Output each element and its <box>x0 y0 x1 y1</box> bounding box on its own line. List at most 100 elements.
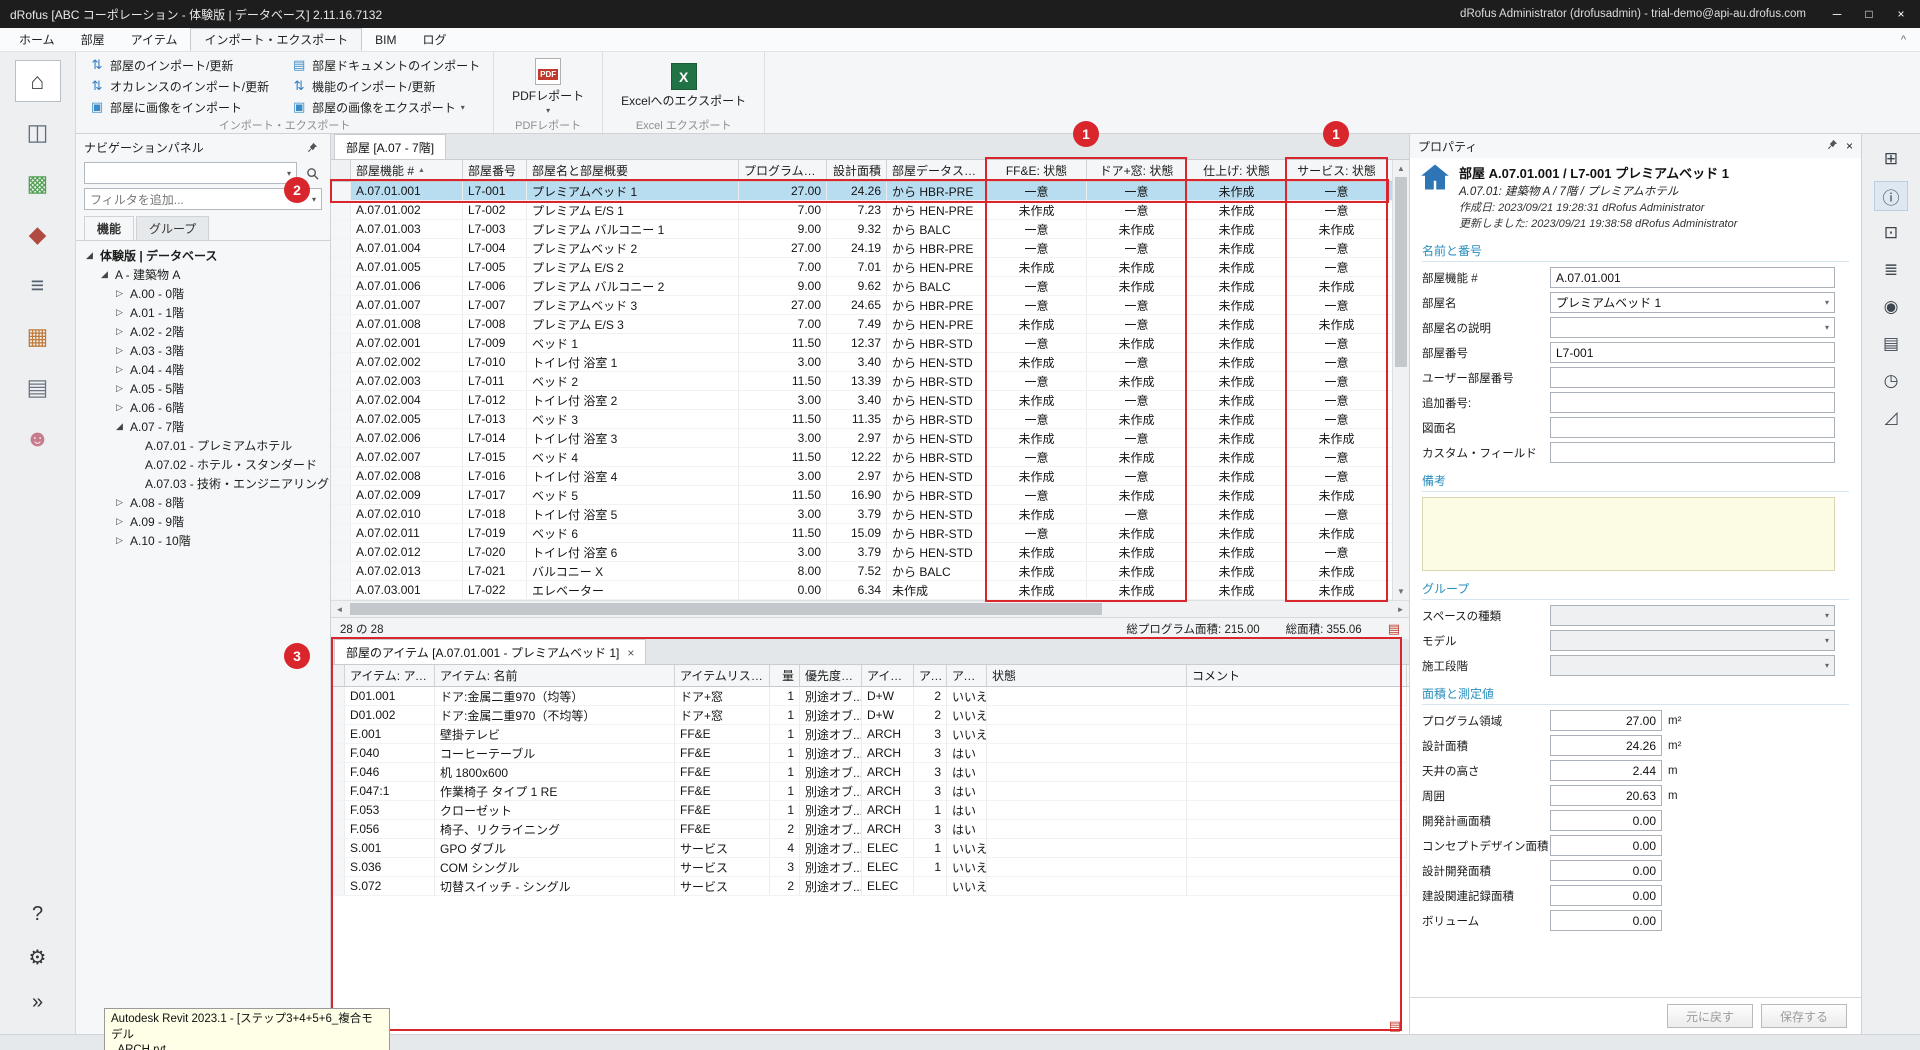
column-header[interactable]: コメント <box>1187 665 1407 686</box>
property-input[interactable]: 0.00 <box>1550 910 1662 931</box>
item-row[interactable]: F.056椅子、リクライニングFF&E2別途オブ...ARCH3はい <box>331 820 1409 839</box>
property-input[interactable]: 2.44 <box>1550 760 1662 781</box>
property-input[interactable] <box>1550 417 1835 438</box>
pdf-report-button[interactable]: PDF PDFレポート ▾ <box>504 56 592 117</box>
column-header[interactable]: 状態 <box>987 665 1187 686</box>
ribbon-button[interactable]: ▣部屋の画像をエクスポート▾ <box>288 99 483 116</box>
documents-icon[interactable]: ▤ <box>15 366 61 408</box>
room-row[interactable]: A.07.02.012L7-020トイレ付 浴室 63.003.79から HEN… <box>331 543 1392 562</box>
save-button[interactable]: 保存する <box>1761 1004 1847 1028</box>
rooms-icon[interactable]: ◫ <box>15 111 61 153</box>
scrollbar-thumb[interactable] <box>1395 177 1407 367</box>
nav-tab-inactive[interactable]: グループ <box>136 216 209 240</box>
property-input[interactable] <box>1550 392 1835 413</box>
item-row[interactable]: F.047:1作業椅子 タイプ 1 REFF&E1別途オブ...ARCH3はい <box>331 782 1409 801</box>
ribbon-button[interactable]: ⇅オカレンスのインポート/更新 <box>86 78 272 95</box>
tree-node[interactable]: ▷A.01 - 1階 <box>78 303 328 322</box>
room-row[interactable]: A.07.02.003L7-011ベッド 211.5013.39から HBR-S… <box>331 372 1392 391</box>
item-row[interactable]: F.053クローゼットFF&E1別途オブ...ARCH1はい <box>331 801 1409 820</box>
property-input[interactable]: L7-001 <box>1550 342 1835 363</box>
room-row[interactable]: A.07.01.002L7-002プレミアム E/S 17.007.23から H… <box>331 201 1392 220</box>
room-row[interactable]: A.07.02.001L7-009ベッド 111.5012.37から HBR-S… <box>331 334 1392 353</box>
column-header[interactable]: 優先度: 説... <box>800 665 862 686</box>
tree-node[interactable]: A.07.02 - ホテル・スタンダード <box>78 455 328 474</box>
room-row[interactable]: A.07.02.007L7-015ベッド 411.5012.22から HBR-S… <box>331 448 1392 467</box>
ribbon-tab[interactable]: ログ <box>409 28 459 51</box>
tree-node[interactable]: ▷A.02 - 2階 <box>78 322 328 341</box>
history-icon[interactable]: ◷ <box>1874 366 1908 396</box>
pin-icon[interactable] <box>1827 139 1838 153</box>
room-row[interactable]: A.07.01.006L7-006プレミアム バルコニー 29.009.62から… <box>331 277 1392 296</box>
search-icon[interactable] <box>302 163 322 183</box>
layout-grid-icon[interactable]: ⊞ <box>1874 144 1908 174</box>
property-select[interactable]: ▾ <box>1550 605 1835 626</box>
column-header[interactable]: FF&E: 状態 <box>987 160 1087 181</box>
add-filter-dropdown[interactable]: フィルタを追加... ▾ <box>84 188 322 210</box>
property-select[interactable]: ▾ <box>1550 317 1835 338</box>
item-row[interactable]: F.040コーヒーテーブルFF&E1別途オブ...ARCH3はい <box>331 744 1409 763</box>
room-row[interactable]: A.07.02.004L7-012トイレ付 浴室 23.003.40から HEN… <box>331 391 1392 410</box>
expand-icon[interactable]: » <box>15 984 61 1020</box>
column-header[interactable]: アイテム... <box>862 665 914 686</box>
ribbon-button[interactable]: ⇅機能のインポート/更新 <box>288 78 483 95</box>
notes-textarea[interactable] <box>1422 497 1835 571</box>
checklists-icon[interactable]: ≡ <box>15 264 61 306</box>
property-input[interactable]: 0.00 <box>1550 860 1662 881</box>
item-row[interactable]: S.036COM シングルサービス3別途オブ...ELEC1いいえ <box>331 858 1409 877</box>
tree-node[interactable]: ▷A.03 - 3階 <box>78 341 328 360</box>
scrollbar-thumb[interactable] <box>350 603 1102 615</box>
item-row[interactable]: F.046机 1800x600FF&E1別途オブ...ARCH3はい <box>331 763 1409 782</box>
tree-node[interactable]: ▷A.08 - 8階 <box>78 493 328 512</box>
scroll-left-icon[interactable]: ◄ <box>331 605 348 614</box>
info-icon[interactable]: ⓘ <box>1874 181 1908 211</box>
property-input[interactable] <box>1550 442 1835 463</box>
layers-icon[interactable]: ≣ <box>1874 255 1908 285</box>
property-select[interactable]: ▾ <box>1550 630 1835 651</box>
column-header[interactable]: 仕上げ: 状態 <box>1187 160 1287 181</box>
copy-icon[interactable]: ⊡ <box>1874 218 1908 248</box>
property-input[interactable]: 27.00 <box>1550 710 1662 731</box>
ribbon-tab[interactable]: アイテム <box>118 28 191 51</box>
ribbon-button[interactable]: ▤部屋ドキュメントのインポート <box>288 57 483 74</box>
tree-node[interactable]: A.07.03 - 技術・エンジニアリング <box>78 474 328 493</box>
tree-node[interactable]: ▷A.00 - 0階 <box>78 284 328 303</box>
minimize-icon[interactable]: ─ <box>1822 2 1852 26</box>
excel-export-button[interactable]: X Excelへのエクスポート <box>613 61 754 111</box>
tree-node[interactable]: ▷A.05 - 5階 <box>78 379 328 398</box>
column-header[interactable]: 部屋機能 #▲ <box>351 160 463 181</box>
room-row[interactable]: A.07.02.009L7-017ベッド 511.5016.90から HBR-S… <box>331 486 1392 505</box>
tree-node[interactable]: ▷A.10 - 10階 <box>78 531 328 550</box>
camera-icon[interactable]: ◉ <box>1874 292 1908 322</box>
item-row[interactable]: S.072切替スイッチ - シングルサービス2別途オブ...ELECいいえ <box>331 877 1409 896</box>
room-items-tab[interactable]: 部屋のアイテム [A.07.01.001 - プレミアムベッド 1] × <box>334 639 646 664</box>
report-icon[interactable]: ▤ <box>1389 1018 1401 1034</box>
tree-node[interactable]: ◢体験版 | データベース <box>78 246 328 265</box>
tree-node[interactable]: ▷A.09 - 9階 <box>78 512 328 531</box>
room-row[interactable]: A.07.01.005L7-005プレミアム E/S 27.007.01から H… <box>331 258 1392 277</box>
room-row[interactable]: A.07.02.002L7-010トイレ付 浴室 13.003.40から HEN… <box>331 353 1392 372</box>
column-header[interactable]: プログラム領域 <box>739 160 827 181</box>
scroll-up-icon[interactable]: ▲ <box>1393 160 1409 177</box>
item-row[interactable]: D01.001ドア:金属二重970（均等）ドア+窓1別途オブ...D+W2いいえ <box>331 687 1409 706</box>
room-row[interactable]: A.07.02.008L7-016トイレ付 浴室 43.002.97から HEN… <box>331 467 1392 486</box>
tree-node[interactable]: ◢A - 建築物 A <box>78 265 328 284</box>
column-header[interactable]: アイテム: 名前 <box>435 665 675 686</box>
room-row[interactable]: A.07.02.011L7-019ベッド 611.5015.09から HBR-S… <box>331 524 1392 543</box>
close-icon[interactable]: × <box>1886 2 1916 26</box>
buildings-icon[interactable]: ▦ <box>15 315 61 357</box>
property-input[interactable]: 0.00 <box>1550 885 1662 906</box>
ribbon-button[interactable]: ⇅部屋のインポート/更新 <box>86 57 272 74</box>
property-input[interactable]: 24.26 <box>1550 735 1662 756</box>
nav-tab-active[interactable]: 機能 <box>84 216 134 240</box>
property-input[interactable]: A.07.01.001 <box>1550 267 1835 288</box>
item-row[interactable]: E.001壁掛テレビFF&E1別途オブ...ARCH3いいえ <box>331 725 1409 744</box>
room-row[interactable]: A.07.01.003L7-003プレミアム バルコニー 19.009.32から… <box>331 220 1392 239</box>
home-icon[interactable]: ⌂ <box>15 60 61 102</box>
room-row[interactable]: A.07.02.013L7-021バルコニー X8.007.52から BALC未… <box>331 562 1392 581</box>
vertical-scrollbar[interactable]: ▲ ▼ <box>1392 160 1409 600</box>
column-header[interactable]: 部屋データステータス <box>887 160 987 181</box>
search-input[interactable]: ▾ <box>84 162 297 184</box>
maximize-icon[interactable]: □ <box>1854 2 1884 26</box>
column-header[interactable]: アイテ... <box>914 665 947 686</box>
help-icon[interactable]: ? <box>15 896 61 932</box>
